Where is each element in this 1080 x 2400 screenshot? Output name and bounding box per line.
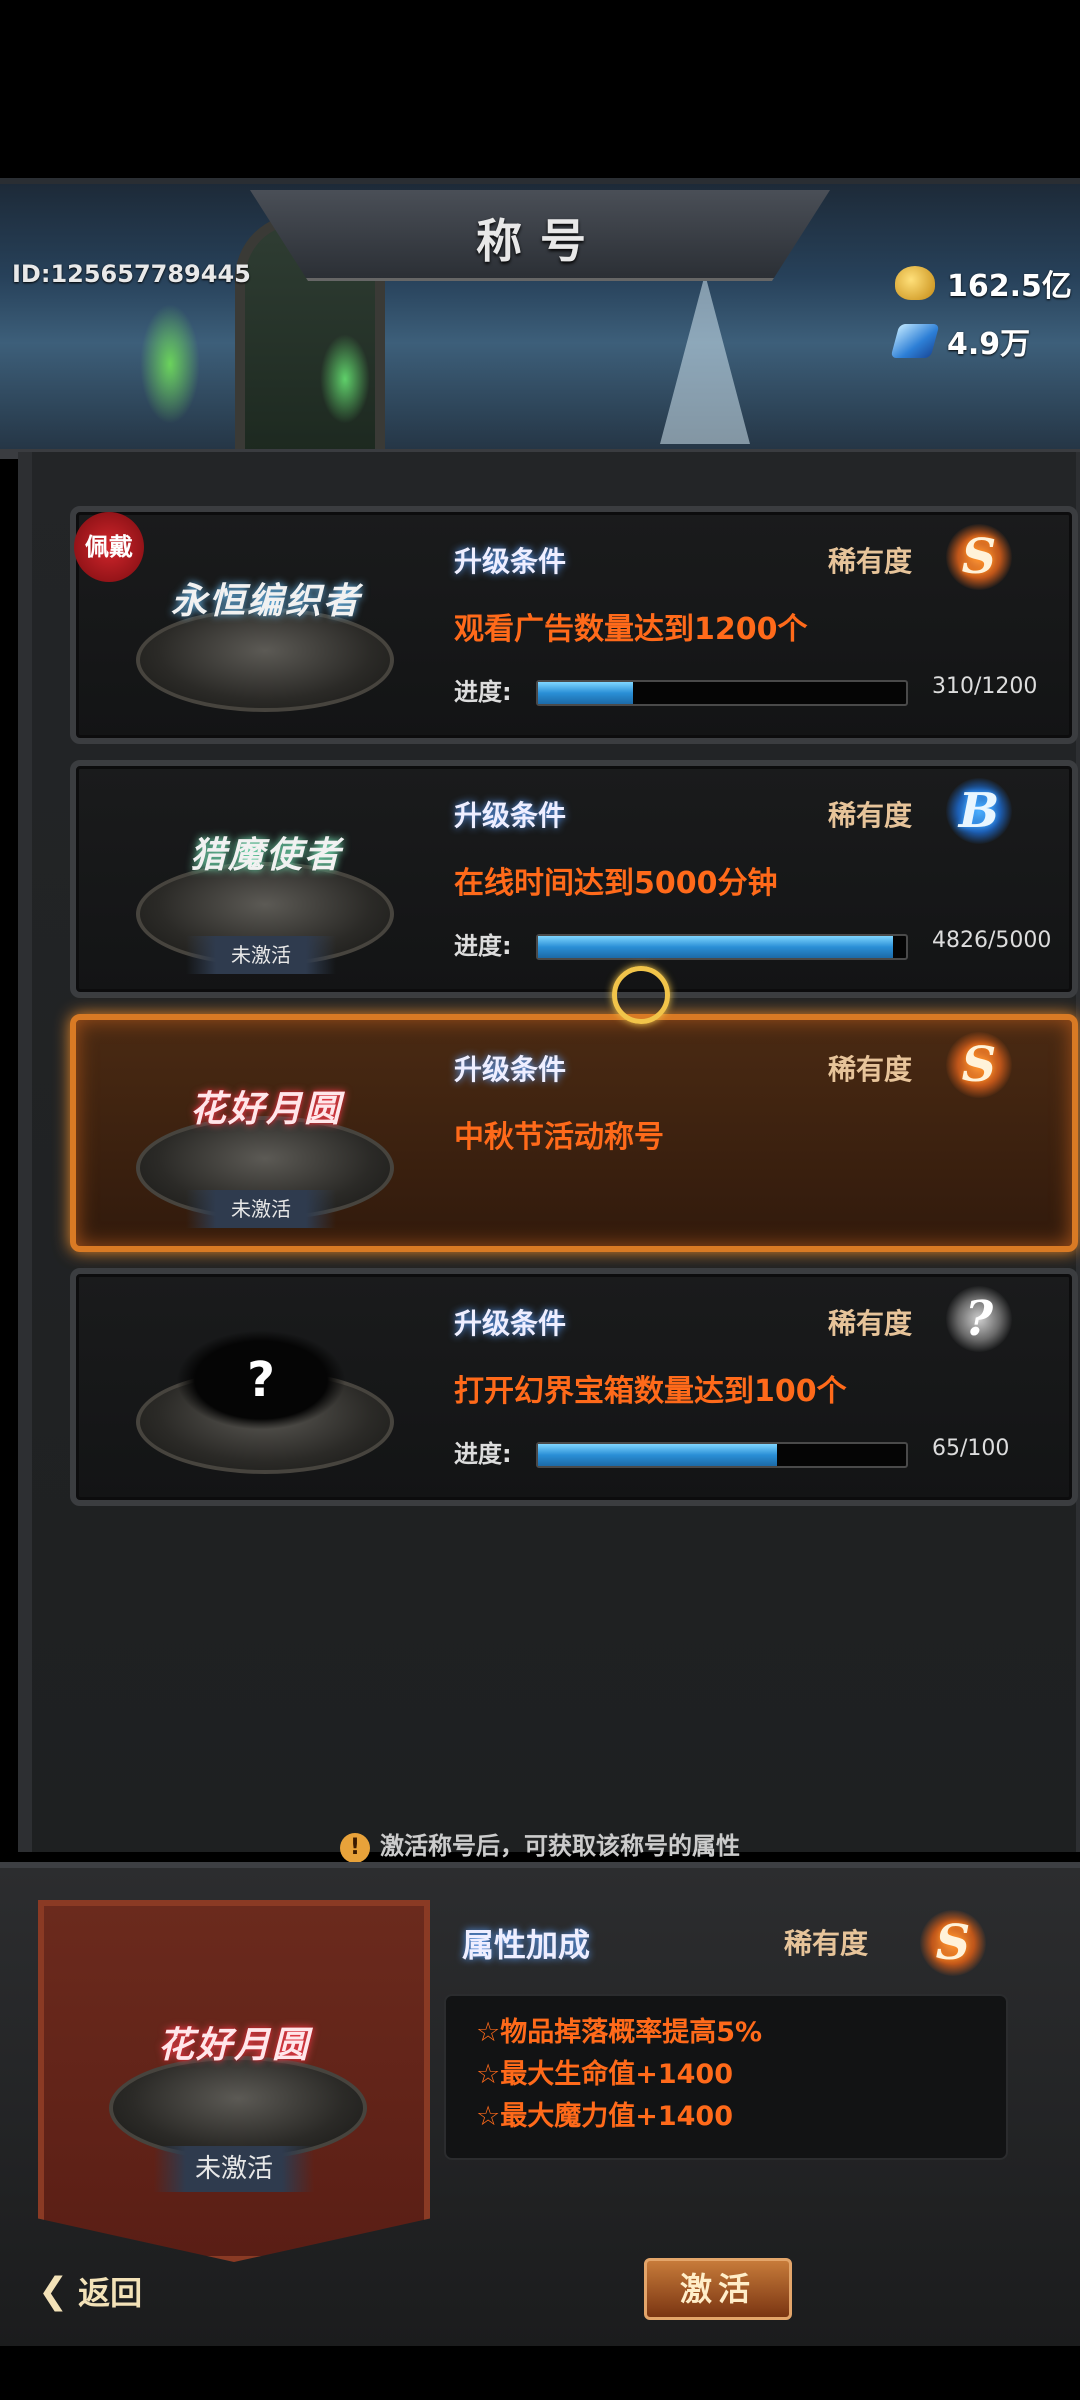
attribute-title: 属性加成	[462, 1926, 591, 1964]
player-id: ID:125657789445	[12, 260, 251, 288]
progress-fill	[538, 936, 894, 958]
progress-fill	[538, 682, 633, 704]
gold-currency: 162.5亿	[895, 258, 1072, 308]
title-card[interactable]: ? 升级条件 稀有度 ? 打开幻界宝箱数量达到100个 进度: 65/100	[70, 1268, 1078, 1506]
warning-icon: !	[340, 1833, 370, 1863]
progress-label: 进度:	[454, 932, 512, 960]
title-emblem: 永恒编织者	[170, 581, 361, 622]
rarity-label: 稀有度	[784, 1927, 869, 1960]
back-button[interactable]: ❮ 返回	[38, 2266, 142, 2316]
back-arrow-icon: ❮	[38, 2270, 69, 2312]
blue-gem-icon	[890, 324, 940, 358]
snowy-tree	[660, 274, 750, 444]
gem-amount: 4.9万	[947, 327, 1031, 362]
activation-hint: ! 激活称号后，可获取该称号的属性	[200, 1826, 880, 1863]
condition-label: 升级条件	[454, 1307, 567, 1340]
rarity-b-icon: B	[946, 778, 1012, 844]
gem-currency: 4.9万	[890, 316, 1031, 366]
progress-label: 进度:	[454, 678, 512, 706]
lantern-glow	[140, 304, 200, 424]
title-card-selected[interactable]: 花好月圆 未激活 升级条件 稀有度 S 中秋节活动称号	[70, 1014, 1078, 1252]
rarity-label: 稀有度	[828, 1307, 913, 1340]
attribute-line: ☆物品掉落概率提高5%	[476, 2017, 763, 2048]
rarity-s-icon: S	[946, 1032, 1012, 1098]
detail-status-tag: 未激活	[154, 2146, 314, 2192]
progress-value: 310/1200	[932, 674, 1038, 699]
title-card[interactable]: 永恒编织者 佩戴 升级条件 稀有度 S 观看广告数量达到1200个 进度: 31…	[70, 506, 1078, 744]
status-tag: 未激活	[186, 936, 336, 974]
progress-value: 65/100	[932, 1436, 1010, 1461]
gold-amount: 162.5亿	[947, 269, 1072, 304]
condition-text: 在线时间达到5000分钟	[454, 866, 778, 901]
pedestal	[109, 2056, 367, 2160]
equipped-badge: 佩戴	[74, 512, 144, 582]
progress-bar	[536, 934, 908, 960]
gold-coins-icon	[895, 266, 935, 300]
progress-bar	[536, 680, 908, 706]
condition-text: 观看广告数量达到1200个	[454, 612, 808, 647]
condition-label: 升级条件	[454, 799, 567, 832]
rarity-s-icon: S	[920, 1910, 986, 1976]
lantern-glow	[320, 334, 370, 424]
detail-title-emblem: 花好月圆	[157, 2025, 310, 2066]
touch-indicator-ring	[612, 966, 670, 1024]
progress-bar	[536, 1442, 908, 1468]
condition-label: 升级条件	[454, 545, 567, 578]
rarity-unknown-icon: ?	[946, 1286, 1012, 1352]
condition-text: 打开幻界宝箱数量达到100个	[454, 1374, 847, 1409]
hint-text: 激活称号后，可获取该称号的属性	[380, 1832, 740, 1860]
title-emblem: 猎魔使者	[189, 835, 342, 876]
question-mark-icon: ?	[247, 1352, 275, 1408]
condition-label: 升级条件	[454, 1053, 567, 1086]
progress-fill	[538, 1444, 778, 1466]
progress-label: 进度:	[454, 1440, 512, 1468]
detail-banner: 花好月圆 未激活	[38, 1900, 430, 2262]
rarity-s-icon: S	[946, 524, 1012, 590]
activate-button[interactable]: 激活	[644, 2258, 792, 2320]
status-tag: 未激活	[186, 1190, 336, 1228]
attribute-line: ☆最大生命值+1400	[476, 2059, 733, 2090]
title-emblem: 花好月圆	[189, 1089, 342, 1130]
rarity-label: 稀有度	[828, 1053, 913, 1086]
title-card[interactable]: 猎魔使者 未激活 升级条件 稀有度 B 在线时间达到5000分钟 进度: 482…	[70, 760, 1078, 998]
title-list-panel: 永恒编织者 佩戴 升级条件 稀有度 S 观看广告数量达到1200个 进度: 31…	[18, 452, 1080, 1852]
attribute-line: ☆最大魔力值+1400	[476, 2101, 733, 2132]
attribute-list: ☆物品掉落概率提高5% ☆最大生命值+1400 ☆最大魔力值+1400	[444, 1994, 1008, 2160]
rarity-label: 稀有度	[828, 545, 913, 578]
page-title: 称号	[476, 214, 604, 268]
rarity-label: 稀有度	[828, 799, 913, 832]
condition-text: 中秋节活动称号	[454, 1120, 664, 1155]
back-label: 返回	[78, 2274, 143, 2312]
progress-value: 4826/5000	[932, 928, 1052, 953]
